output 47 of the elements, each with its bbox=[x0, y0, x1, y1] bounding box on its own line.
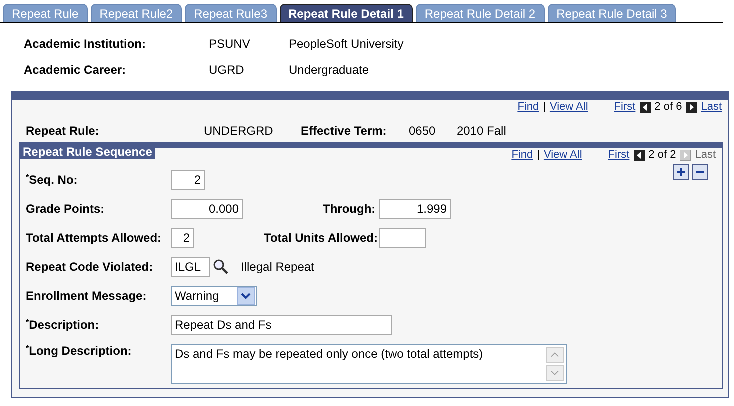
field-label: Grade Points: bbox=[26, 202, 106, 216]
search-icon[interactable] bbox=[213, 259, 229, 275]
field-value: PeopleSoft University bbox=[289, 37, 405, 51]
total-attempts-field[interactable]: 2 bbox=[171, 228, 194, 248]
caret-icon bbox=[237, 287, 255, 305]
separator: | bbox=[543, 101, 546, 113]
seq-no-field[interactable]: 2 bbox=[171, 170, 205, 190]
first-link[interactable]: First bbox=[614, 101, 636, 113]
field-value: Illegal Repeat bbox=[241, 260, 314, 274]
field-label: Effective Term: bbox=[301, 124, 388, 138]
field-value: 2010 Fall bbox=[457, 124, 508, 138]
enrollment-message-dropdown[interactable]: Warning bbox=[171, 286, 257, 306]
repeat-code-field[interactable]: ILGL bbox=[171, 257, 210, 277]
grade-points-field[interactable]: 0.000 bbox=[171, 199, 243, 219]
field-label: *Long Description: bbox=[26, 344, 133, 358]
tab[interactable]: Repeat Rule Detail 1 bbox=[280, 4, 413, 22]
field-value: PSUNV bbox=[209, 37, 252, 51]
find-link[interactable]: Find bbox=[518, 101, 540, 113]
field-label: *Seq. No: bbox=[26, 173, 79, 187]
through-field[interactable]: 1.999 bbox=[379, 199, 451, 219]
page-count: 2 of 6 bbox=[654, 101, 682, 113]
last-link[interactable]: Last bbox=[701, 101, 722, 113]
field-value: 0650 bbox=[409, 124, 437, 138]
total-units-field[interactable] bbox=[379, 228, 426, 248]
field-label: Academic Institution: bbox=[24, 37, 148, 51]
description-field[interactable]: Repeat Ds and Fs bbox=[171, 315, 392, 335]
field-value: UGRD bbox=[209, 63, 246, 77]
field-label: Enrollment Message: bbox=[26, 289, 148, 303]
section-title: Repeat Rule Sequence bbox=[20, 143, 156, 159]
field-label: Total Attempts Allowed: bbox=[26, 231, 163, 245]
separator: | bbox=[537, 149, 540, 161]
field-value: Undergraduate bbox=[289, 63, 370, 77]
view-all-link[interactable]: View All bbox=[550, 101, 588, 113]
add-icon[interactable] bbox=[673, 164, 689, 180]
first-link[interactable]: First bbox=[608, 149, 630, 161]
field-label: Total Units Allowed: bbox=[264, 231, 379, 245]
field-label: Repeat Rule: bbox=[26, 124, 100, 138]
last-link[interactable]: Last bbox=[695, 149, 716, 161]
field-label: Academic Career: bbox=[24, 63, 128, 77]
field-label: Through: bbox=[323, 202, 377, 216]
find-link[interactable]: Find bbox=[512, 149, 534, 161]
remove-icon[interactable] bbox=[692, 164, 708, 180]
page-count: 2 of 2 bbox=[648, 149, 676, 161]
field-label: Repeat Code Violated: bbox=[26, 260, 154, 274]
view-all-link[interactable]: View All bbox=[544, 149, 582, 161]
field-label: *Description: bbox=[26, 318, 100, 332]
field-value: UNDERGRD bbox=[204, 124, 274, 138]
